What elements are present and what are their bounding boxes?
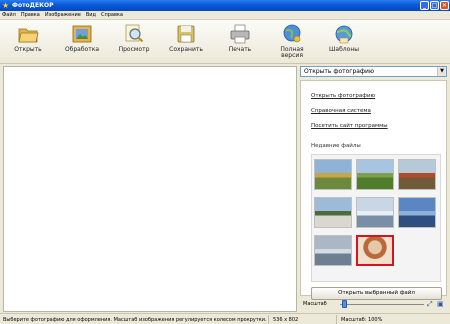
- image-canvas[interactable]: [3, 66, 297, 312]
- status-divider: [268, 315, 269, 324]
- zoom-label: Масштаб: [303, 301, 327, 307]
- thumbnail-blue-river[interactable]: [398, 197, 436, 228]
- app-star-icon: ★: [2, 0, 10, 10]
- task-dropdown-value: Открыть фотографию: [304, 68, 375, 75]
- templates-label: Шаблоны: [329, 46, 359, 53]
- frame-picture-icon: [72, 25, 92, 43]
- process-button[interactable]: Обработка: [60, 23, 104, 63]
- panel-content: Открыть фотографию Справочная система По…: [300, 80, 447, 300]
- floppy-disk-icon: [177, 25, 195, 43]
- print-label: Печать: [228, 46, 252, 53]
- help-system-link[interactable]: Справочная система: [311, 108, 371, 114]
- title-bar[interactable]: ★ ФотоДЕКОР _ □ ✕: [0, 0, 450, 11]
- toolbar: Открыть Обработка Просмотр Сохранить Печ…: [0, 20, 450, 64]
- thumbnail-autumn-house[interactable]: [398, 159, 436, 190]
- zoom-fit-icon[interactable]: ⤢: [427, 300, 435, 308]
- menu-view[interactable]: Вид: [86, 12, 96, 18]
- print-button[interactable]: Печать: [218, 23, 262, 63]
- thumbnail-grey-sea[interactable]: [314, 235, 352, 266]
- full-version-label-2: версия: [281, 52, 303, 59]
- menu-bar: Файл Правка Изображение Вид Справка: [0, 11, 450, 20]
- globe-templates-icon: [335, 25, 353, 44]
- globe-key-icon: [283, 24, 301, 43]
- status-dimensions: 536 x 802: [273, 317, 299, 323]
- status-bar: Выберите фотографию для оформления. Масш…: [0, 313, 450, 324]
- open-button[interactable]: Открыть: [6, 23, 50, 63]
- status-hint: Выберите фотографию для оформления. Масш…: [3, 317, 267, 323]
- thumbnail-church-domes[interactable]: [314, 197, 352, 228]
- save-label: Сохранить: [169, 46, 203, 53]
- recent-files-title: Недавние файлы: [311, 143, 361, 149]
- open-label: Открыть: [14, 46, 42, 53]
- task-dropdown[interactable]: Открыть фотографию ▼: [300, 66, 447, 77]
- thumbnail-green-meadow[interactable]: [356, 159, 394, 190]
- chevron-down-icon[interactable]: ▼: [437, 67, 446, 76]
- preview-label: Просмотр: [118, 46, 150, 53]
- status-divider: [336, 315, 337, 324]
- menu-help[interactable]: Справка: [101, 12, 123, 18]
- magnifier-icon: [125, 24, 144, 43]
- folder-open-icon: [18, 28, 39, 43]
- minimize-button[interactable]: _: [420, 1, 429, 10]
- zoom-actual-icon[interactable]: ▣: [437, 300, 445, 308]
- visit-website-link[interactable]: Посетить сайт программы: [311, 123, 388, 129]
- maximize-button[interactable]: □: [430, 1, 439, 10]
- menu-file[interactable]: Файл: [2, 12, 16, 18]
- zoom-slider-thumb[interactable]: [342, 300, 348, 308]
- menu-edit[interactable]: Правка: [21, 12, 40, 18]
- thumbnail-field-trees[interactable]: [314, 159, 352, 190]
- close-button[interactable]: ✕: [440, 1, 449, 10]
- recent-files-grid: [311, 154, 441, 282]
- save-button[interactable]: Сохранить: [164, 23, 208, 63]
- window-title: ФотоДЕКОР: [12, 2, 54, 9]
- thumbnail-winter-lake[interactable]: [356, 197, 394, 228]
- thumbnail-portrait-girl[interactable]: [356, 235, 394, 266]
- printer-icon: [230, 24, 250, 44]
- templates-button[interactable]: Шаблоны: [322, 23, 366, 63]
- full-version-button[interactable]: Полная версия: [270, 23, 314, 63]
- open-photo-link[interactable]: Открыть фотографию: [311, 93, 375, 99]
- status-zoom: Масштаб: 100%: [341, 317, 383, 323]
- process-label: Обработка: [64, 46, 100, 53]
- preview-button[interactable]: Просмотр: [112, 23, 156, 63]
- zoom-control: Масштаб ⤢ ▣: [300, 298, 447, 310]
- menu-image[interactable]: Изображение: [45, 12, 81, 18]
- task-panel: Открыть фотографию ▼ Открыть фотографию …: [300, 66, 447, 300]
- window-controls: _ □ ✕: [420, 1, 449, 10]
- zoom-slider-track[interactable]: [340, 304, 424, 305]
